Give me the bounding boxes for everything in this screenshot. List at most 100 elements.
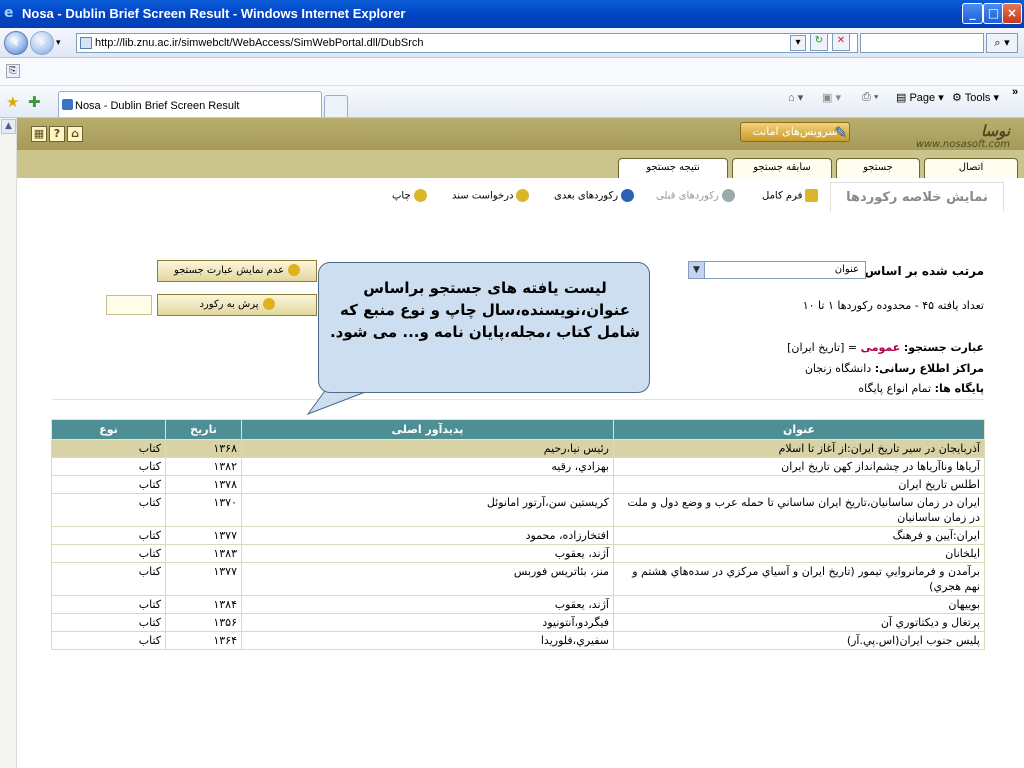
query-field: عمومی: [860, 341, 901, 354]
search-input[interactable]: [860, 33, 984, 53]
app-header: ▦ ? ⌂ سرویس‌های امانت ✎ نوسا www.nosasof…: [17, 118, 1024, 150]
feeds-icon[interactable]: ▣ ▾: [822, 91, 841, 104]
next-records-label: رکوردهای بعدی: [554, 190, 619, 202]
title-cell[interactable]: برآمدن و فرمانروايي تيمور (تاريخ ايران و…: [613, 562, 985, 596]
page-menu[interactable]: ▤ Page ▾: [896, 91, 944, 104]
favorites-star-icon[interactable]: ★: [6, 93, 19, 111]
refresh-icon[interactable]: ↻: [810, 33, 828, 51]
stop-icon[interactable]: ✕: [832, 33, 850, 51]
type-cell: کتاب: [51, 526, 166, 545]
settings-icon[interactable]: ▦: [31, 126, 47, 142]
home-page-icon[interactable]: ⌂: [67, 126, 83, 142]
goto-record-input[interactable]: [106, 295, 152, 315]
type-cell: کتاب: [51, 631, 166, 650]
nosa-logo: نوسا www.nosasoft.com: [880, 122, 1020, 150]
print-action[interactable]: چاپ: [392, 189, 427, 202]
title-cell[interactable]: آرياها وناآرياها در چشم‌انداز کهن تاريخ …: [613, 457, 985, 476]
tab-search[interactable]: جستجو: [836, 158, 920, 178]
request-doc-action[interactable]: درخواست سند: [452, 189, 530, 202]
maximize-button[interactable]: □: [983, 3, 1004, 24]
header-type[interactable]: نوع: [51, 419, 166, 440]
table-row[interactable]: ايران در زمان ساسانيان،تاريخ ايران ساسان…: [51, 493, 985, 527]
author-cell: [241, 475, 614, 494]
back-icon[interactable]: ‹: [4, 31, 28, 55]
page-menu-label: Page: [909, 92, 936, 104]
links-icon[interactable]: ⎘: [6, 64, 20, 78]
add-favorites-icon[interactable]: ✚: [28, 93, 41, 111]
close-button[interactable]: ×: [1002, 3, 1022, 24]
table-row[interactable]: برآمدن و فرمانروايي تيمور (تاريخ ايران و…: [51, 562, 985, 596]
header-date[interactable]: تاریخ: [165, 419, 242, 440]
author-cell: آژند، يعقوب: [241, 595, 614, 614]
hide-query-button[interactable]: عدم نمایش عبارت جستجو: [157, 260, 317, 282]
tab-search-history[interactable]: سابقه جستجو: [732, 158, 832, 178]
home-icon[interactable]: ⌂ ▾: [788, 91, 803, 104]
table-row[interactable]: آذربايجان در سير تاريخ ايران:از آغاز تا …: [51, 439, 985, 458]
author-cell: بهزادي، رقيه: [241, 457, 614, 476]
address-url: http://lib.znu.ac.ir/simwebclt/WebAccess…: [95, 37, 424, 49]
header-title[interactable]: عنوان: [613, 419, 985, 440]
next-records-action[interactable]: رکوردهای بعدی: [554, 189, 635, 202]
table-row[interactable]: بوييهان آژند، يعقوب ۱۳۸۴ کتاب: [51, 595, 985, 614]
sort-label: مرتب شده بر اساس:: [859, 264, 984, 278]
bases-value: تمام انواع پایگاه: [858, 382, 932, 395]
next-arrow-icon: [621, 189, 635, 202]
minimize-button[interactable]: _: [962, 3, 983, 24]
header-author[interactable]: پدیدآور اصلی: [241, 419, 614, 440]
title-cell[interactable]: آذربايجان در سير تاريخ ايران:از آغاز تا …: [613, 439, 985, 458]
table-row[interactable]: ايران:آيين و فرهنگ افتخارزاده، محمود ۱۳۷۷ ک…: [51, 526, 985, 545]
tab-search-result[interactable]: نتیجه جستجو: [618, 158, 728, 178]
centers-line: مراکز اطلاع رسانی: دانشگاه زنجان: [805, 362, 984, 375]
author-cell: افتخارزاده، محمود: [241, 526, 614, 545]
title-cell[interactable]: ايران در زمان ساسانيان،تاريخ ايران ساسان…: [613, 493, 985, 527]
forward-icon[interactable]: ›: [30, 31, 54, 55]
print-icon[interactable]: ⎙ ▾: [862, 91, 878, 104]
tab-connect[interactable]: اتصال: [924, 158, 1018, 178]
centers-value: دانشگاه زنجان: [804, 362, 872, 375]
request-doc-icon: [516, 189, 530, 202]
address-dropdown-icon[interactable]: ▾: [790, 35, 806, 51]
address-field[interactable]: http://lib.znu.ac.ir/simwebclt/WebAccess…: [76, 33, 858, 53]
divider: [52, 399, 984, 400]
sort-select[interactable]: ▼ عنوان: [688, 261, 866, 279]
window-title-bar[interactable]: e Nosa - Dublin Brief Screen Result - Wi…: [0, 0, 1024, 28]
goto-record-button[interactable]: پرش به رکورد: [157, 294, 317, 316]
page-icon: [80, 37, 92, 49]
title-cell[interactable]: پليس جنوب ايران(اس.پي.آر): [613, 631, 985, 650]
new-tab-button[interactable]: [324, 95, 348, 117]
help-icon[interactable]: ?: [49, 126, 65, 142]
table-row[interactable]: پرتغال و ديکتاتوري آن فيگردو،آنتونيود ۱۳۵۶…: [51, 613, 985, 632]
callout-text: لیست یافته های جستجو براساس عنوان،نویسند…: [329, 279, 641, 341]
scroll-up-icon[interactable]: ▲: [1, 119, 16, 134]
table-row[interactable]: اطلس تاريخ ايران ۱۳۷۸ کتاب: [51, 475, 985, 494]
type-cell: کتاب: [51, 457, 166, 476]
tools-menu[interactable]: ⚙ Tools ▾: [952, 91, 999, 104]
history-dropdown-icon[interactable]: ▾: [56, 38, 61, 48]
table-row[interactable]: پليس جنوب ايران(اس.پي.آر) سفيري،فلوريدا ۱۳…: [51, 631, 985, 650]
type-cell: کتاب: [51, 475, 166, 494]
vertical-scrollbar[interactable]: ▲: [0, 118, 17, 768]
print-action-icon: [413, 189, 427, 202]
chevron-more-icon[interactable]: »: [1012, 86, 1018, 98]
table-row[interactable]: ايلخانان آژند، يعقوب ۱۳۸۳ کتاب: [51, 544, 985, 563]
title-cell[interactable]: اطلس تاريخ ايران: [613, 475, 985, 494]
date-cell: ۱۳۸۴: [165, 595, 242, 614]
browser-tab-active[interactable]: Nosa - Dublin Brief Screen Result: [58, 91, 322, 117]
date-cell: ۱۳۷۷: [165, 562, 242, 596]
title-cell[interactable]: ايلخانان: [613, 544, 985, 563]
tab-favicon-icon: [62, 99, 73, 110]
full-form-action[interactable]: فرم کامل: [762, 189, 819, 202]
goto-record-label: پرش به رکورد: [199, 299, 259, 310]
address-bar-row: ‹ › ▾ http://lib.znu.ac.ir/simwebclt/Web…: [0, 28, 1024, 58]
chevron-down-icon[interactable]: ▼: [689, 262, 705, 278]
title-cell[interactable]: ايران:آيين و فرهنگ: [613, 526, 985, 545]
prev-records-action[interactable]: رکوردهای قبلی: [656, 189, 735, 202]
search-icon[interactable]: ⌕ ▾: [986, 33, 1018, 53]
title-cell[interactable]: پرتغال و ديکتاتوري آن: [613, 613, 985, 632]
services-pen-icon: ✎: [834, 123, 848, 142]
table-body: آذربايجان در سير تاريخ ايران:از آغاز تا …: [51, 439, 985, 650]
links-bar: ⎘: [0, 58, 1024, 86]
table-row[interactable]: آرياها وناآرياها در چشم‌انداز کهن تاريخ …: [51, 457, 985, 476]
title-cell[interactable]: بوييهان: [613, 595, 985, 614]
hide-query-label: عدم نمایش عبارت جستجو: [173, 265, 285, 276]
